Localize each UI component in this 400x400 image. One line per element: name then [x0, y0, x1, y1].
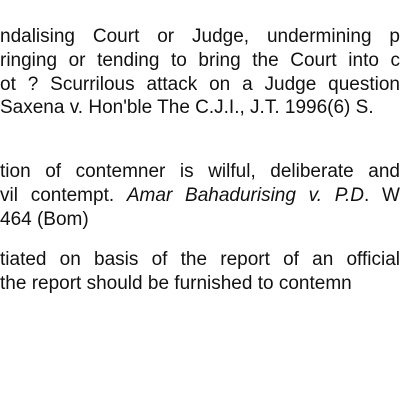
paragraph-2-line-2-end: . W [364, 185, 400, 206]
paragraph-2-line-2-start: vil contempt. [0, 185, 127, 206]
paragraph-1-line-1: ndalising Court or Judge, undermining p [0, 26, 400, 47]
paragraph-1-line-3: ot ? Scurrilous attack on a Judge questi… [0, 74, 400, 95]
case-name: Amar Bahadurising v. P.D [126, 185, 365, 206]
paragraph-1-line-2: ringing or tending to bring the Court in… [0, 50, 400, 71]
paragraph-3-line-1: tiated on basis of the report of an offi… [0, 249, 400, 270]
paragraph-2-line-3: 464 (Bom) [0, 209, 89, 230]
document-page: ndalising Court or Judge, undermining p … [0, 0, 400, 400]
paragraph-2-line-1: tion of contemner is wilful, deliberate … [0, 161, 400, 182]
paragraph-3-line-2: the report should be furnished to contem… [0, 273, 352, 294]
paragraph-2-line-2: vil contempt. Amar Bahadurising v. P.D. … [0, 185, 400, 207]
paragraph-1-line-4: Saxena v. Hon'ble The C.J.I., J.T. 1996(… [0, 97, 374, 118]
